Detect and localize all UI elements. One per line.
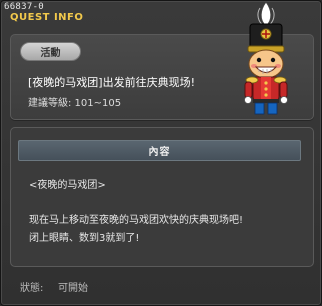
window-title: QUEST INFO — [10, 12, 84, 23]
event-badge: 活動 — [20, 42, 81, 61]
toy-soldier-npc-icon — [244, 1, 288, 115]
content-line: 现在马上移动至夜晚的马戏团欢快的庆典现场吧! — [29, 215, 244, 226]
content-line: 闭上眼睛、数到3就到了! — [29, 233, 140, 244]
status-value: 可開始 — [58, 283, 88, 294]
content-line: <夜晚的马戏团> — [29, 180, 106, 191]
quest-name: [夜晚的马戏团]出发前往庆典现场! — [28, 76, 195, 89]
status-label: 狀態: — [20, 283, 44, 294]
recommended-level: 建議等級: 101~105 — [28, 98, 122, 109]
quest-id-label: 66837-0 — [4, 2, 45, 12]
content-header: 內容 — [18, 140, 301, 161]
